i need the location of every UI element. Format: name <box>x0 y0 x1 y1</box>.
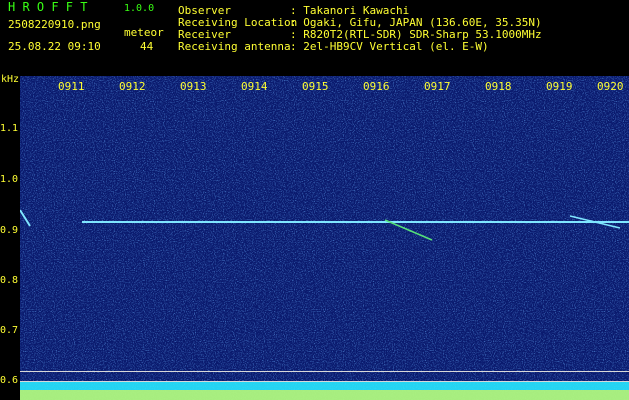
divider-line <box>20 381 629 382</box>
spectrogram-canvas <box>20 76 629 400</box>
info-value: : 2el-HB9CV Vertical (el. E-W) <box>290 40 489 53</box>
app-version: 1.0.0 <box>124 3 155 14</box>
y-tick-label: 1.0 <box>0 174 19 185</box>
x-tick-label: 0913 <box>180 80 207 93</box>
y-tick-label: 0.9 <box>0 225 19 236</box>
x-tick-label: 0915 <box>302 80 329 93</box>
y-tick-label: 0.8 <box>0 275 19 286</box>
y-tick-label: 0.6 <box>0 375 19 386</box>
y-axis-unit: kHz <box>1 74 20 85</box>
y-tick-label: 1.1 <box>0 123 19 134</box>
file-name: 2508220910.png <box>8 18 101 31</box>
x-tick-label: 0919 <box>546 80 573 93</box>
header-panel: H R O F F T 1.0.0 2508220910.png meteor … <box>0 0 629 74</box>
y-tick-label: 0.7 <box>0 325 19 336</box>
spectrogram <box>20 76 629 400</box>
info-antenna: Receiving antenna: 2el-HB9CV Vertical (e… <box>178 41 489 53</box>
divider-line <box>20 371 629 372</box>
x-tick-label: 0912 <box>119 80 146 93</box>
x-tick-label: 0918 <box>485 80 512 93</box>
x-tick-label: 0916 <box>363 80 390 93</box>
x-tick-label: 0911 <box>58 80 85 93</box>
amplitude-band-yellow <box>20 390 629 400</box>
info-key: Receiving antenna <box>178 40 291 53</box>
meteor-count: 44 <box>140 40 154 53</box>
x-tick-label: 0920 <box>597 80 624 93</box>
meteor-label: meteor <box>124 26 164 39</box>
app-title: H R O F F T <box>8 0 88 14</box>
x-tick-label: 0914 <box>241 80 268 93</box>
x-tick-label: 0917 <box>424 80 451 93</box>
date-time: 25.08.22 09:10 <box>8 40 101 53</box>
